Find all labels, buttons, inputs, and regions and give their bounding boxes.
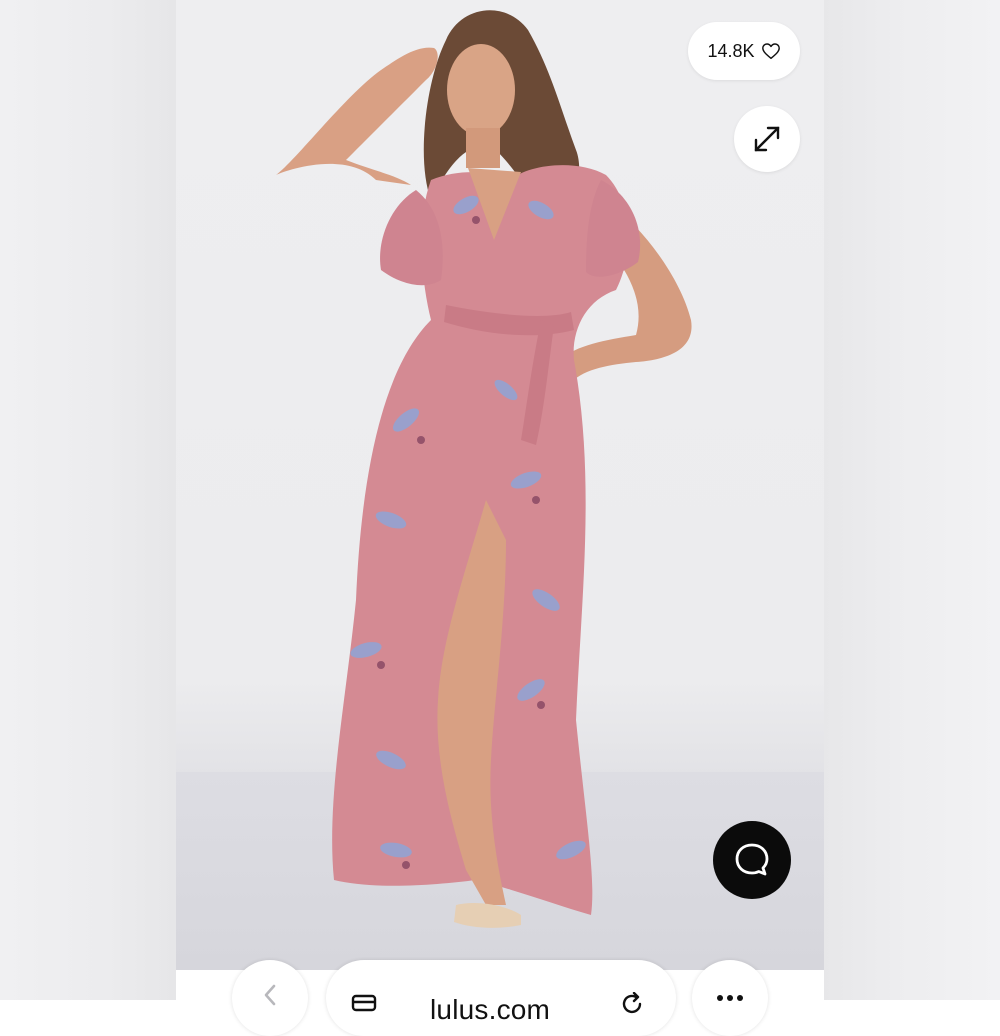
more-options-button[interactable] xyxy=(692,960,768,1036)
right-blurred-backdrop xyxy=(824,0,1000,1000)
more-dots-icon xyxy=(717,995,743,1001)
address-bar[interactable]: lulus.com xyxy=(326,960,676,1036)
back-button[interactable] xyxy=(232,960,308,1036)
likes-button[interactable]: 14.8K xyxy=(688,22,800,80)
product-photo[interactable] xyxy=(176,0,824,970)
expand-arrows-icon xyxy=(754,126,780,152)
chat-button[interactable] xyxy=(713,821,791,899)
reload-icon[interactable] xyxy=(618,992,648,1016)
chevron-left-icon xyxy=(264,984,276,1006)
left-blurred-backdrop xyxy=(0,0,176,1000)
heart-outline-icon xyxy=(761,43,780,60)
tabs-icon xyxy=(351,994,377,1012)
likes-count: 14.8K xyxy=(707,40,755,61)
chat-bubble-icon xyxy=(735,843,769,876)
expand-image-button[interactable] xyxy=(734,106,800,172)
model-in-floral-wrap-dress xyxy=(276,10,692,928)
browser-toolbar: lulus.com xyxy=(0,948,1000,1036)
url-text: lulus.com xyxy=(430,994,551,1025)
